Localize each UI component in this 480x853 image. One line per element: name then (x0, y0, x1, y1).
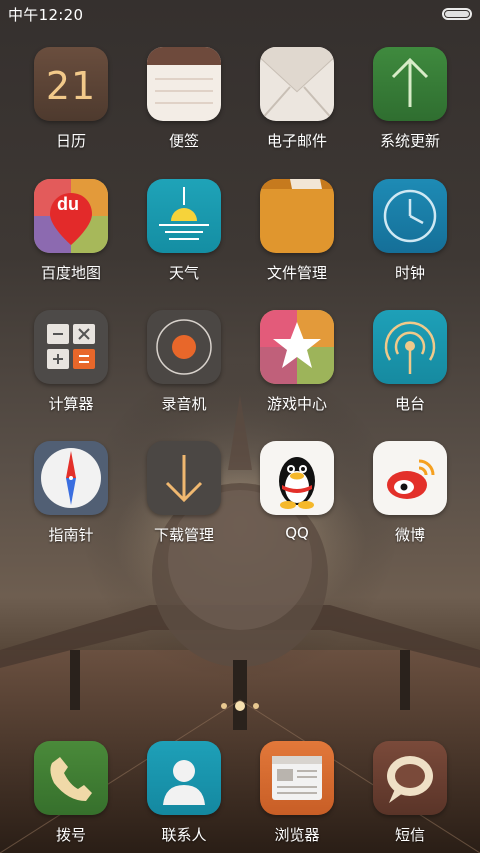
arrow-up-icon (373, 47, 447, 121)
app-radio[interactable]: 电台 (355, 310, 465, 422)
app-label: 短信 (394, 826, 425, 844)
app-label: 指南针 (48, 526, 94, 544)
message-icon (373, 741, 447, 815)
phone-icon (34, 741, 108, 815)
app-label: 天气 (168, 264, 199, 282)
dock-browser[interactable]: 浏览器 (242, 741, 352, 853)
app-weibo[interactable]: 微博 (355, 441, 465, 553)
radio-icon (373, 310, 447, 384)
status-bar: 中午12:20 (0, 0, 480, 28)
app-label: 百度地图 (40, 264, 101, 282)
app-label: 电子邮件 (266, 132, 327, 150)
calculator-icon (34, 310, 108, 384)
app-label: 日历 (55, 132, 86, 150)
app-label: 联系人 (161, 826, 207, 844)
app-weather[interactable]: 天气 (129, 179, 239, 291)
weather-icon (147, 179, 221, 253)
battery-icon (442, 8, 472, 20)
app-qq[interactable]: QQ (242, 441, 352, 553)
app-label: 便签 (168, 132, 199, 150)
app-email[interactable]: 电子邮件 (242, 47, 352, 159)
app-label: 拨号 (55, 826, 86, 844)
email-icon (260, 47, 334, 121)
app-label: 下载管理 (153, 526, 214, 544)
app-file-manager[interactable]: 文件管理 (242, 179, 352, 291)
app-calculator[interactable]: 计算器 (16, 310, 126, 422)
app-label: 文件管理 (266, 264, 327, 282)
status-time: 中午12:20 (8, 5, 84, 24)
browser-icon (260, 741, 334, 815)
notes-icon (147, 47, 221, 121)
contact-icon (147, 741, 221, 815)
app-clock[interactable]: 时钟 (355, 179, 465, 291)
clock-icon (373, 179, 447, 253)
record-icon (147, 310, 221, 384)
app-recorder[interactable]: 录音机 (129, 310, 239, 422)
dock-dialer[interactable]: 拨号 (16, 741, 126, 853)
app-label: 浏览器 (274, 826, 320, 844)
app-label: 游戏中心 (266, 395, 327, 413)
weibo-icon (373, 441, 447, 515)
app-label: 录音机 (161, 395, 207, 413)
app-label: 计算器 (48, 395, 94, 413)
star-icon (260, 310, 334, 384)
compass-icon (34, 441, 108, 515)
app-compass[interactable]: 指南针 (16, 441, 126, 553)
app-system-update[interactable]: 系统更新 (355, 47, 465, 159)
app-notes[interactable]: 便签 (129, 47, 239, 159)
folder-icon (260, 179, 334, 253)
app-calendar[interactable]: 21 日历 (16, 47, 126, 159)
app-label: 微博 (394, 526, 425, 544)
dock-messages[interactable]: 短信 (355, 741, 465, 853)
qq-penguin-icon (260, 441, 334, 515)
app-label: 时钟 (394, 264, 425, 282)
dock-contacts[interactable]: 联系人 (129, 741, 239, 853)
download-icon (147, 441, 221, 515)
app-download-manager[interactable]: 下载管理 (129, 441, 239, 553)
calendar-icon: 21 (34, 47, 108, 121)
app-label: 电台 (394, 395, 425, 413)
baidu-map-icon: du (34, 179, 108, 253)
app-label: 系统更新 (379, 132, 440, 150)
app-game-center[interactable]: 游戏中心 (242, 310, 352, 422)
app-baidu-map[interactable]: du 百度地图 (16, 179, 126, 291)
app-label: QQ (285, 524, 309, 542)
